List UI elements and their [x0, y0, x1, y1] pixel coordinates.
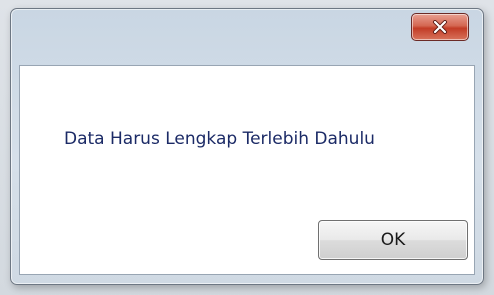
ok-button[interactable]: OK	[318, 220, 468, 260]
dialog-content: Data Harus Lengkap Terlebih Dahulu OK	[19, 65, 475, 275]
dialog-titlebar[interactable]	[11, 9, 483, 65]
message-dialog: Data Harus Lengkap Terlebih Dahulu OK	[10, 8, 484, 285]
dialog-message: Data Harus Lengkap Terlebih Dahulu	[64, 129, 375, 149]
close-button[interactable]	[411, 13, 469, 41]
close-icon	[433, 20, 447, 34]
